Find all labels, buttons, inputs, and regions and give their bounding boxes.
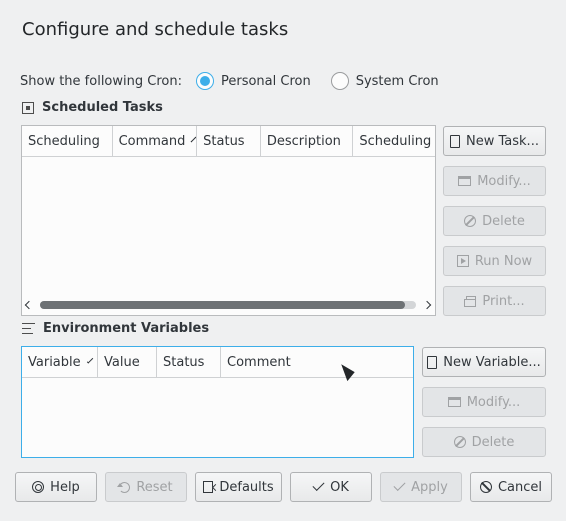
checkmark-icon [393, 478, 406, 492]
folder-edit-icon [447, 397, 461, 407]
document-new-icon [427, 355, 438, 369]
chevron-right-icon [422, 300, 432, 310]
help-lifebuoy-icon [32, 481, 45, 493]
column-comment-label: Comment [227, 354, 291, 370]
undo-icon [117, 481, 131, 493]
environment-variables-table[interactable]: Variable Value Status Comment [21, 346, 414, 458]
personal-cron-radio-indicator[interactable] [195, 72, 214, 90]
modify-task-label: Modify... [477, 173, 531, 189]
column-comment[interactable]: Comment [221, 347, 413, 377]
reset-label: Reset [136, 479, 173, 495]
ok-label: OK [330, 479, 349, 495]
column-scheduling-label: Scheduling [28, 133, 100, 149]
column-value-label: Value [104, 354, 140, 370]
system-cron-label: System Cron [355, 73, 439, 89]
printer-icon [464, 295, 477, 307]
environment-variables-heading-label: Environment Variables [43, 321, 210, 336]
tasks-section-icon [22, 101, 34, 114]
help-label: Help [50, 479, 80, 495]
environment-variables-heading: Environment Variables [22, 321, 209, 336]
cron-selector: Show the following Cron: Personal Cron S… [20, 72, 439, 90]
column-status-label: Status [203, 133, 245, 149]
column-value[interactable]: Value [98, 347, 157, 377]
cancel-icon [479, 481, 492, 493]
defaults-button[interactable]: Defaults [195, 472, 282, 502]
new-task-label: New Task... [466, 133, 539, 149]
column-var-status-label: Status [163, 354, 205, 370]
scheduled-tasks-heading-label: Scheduled Tasks [42, 100, 163, 115]
apply-label: Apply [411, 479, 448, 495]
system-cron-radio[interactable]: System Cron [330, 72, 439, 90]
new-variable-label: New Variable... [443, 354, 541, 370]
modify-variable-button[interactable]: Modify... [422, 387, 546, 417]
sort-chevron-down-icon [191, 136, 197, 142]
scheduled-tasks-heading: Scheduled Tasks [22, 100, 163, 115]
modify-variable-label: Modify... [466, 394, 521, 410]
column-scheduling[interactable]: Scheduling [22, 126, 113, 156]
delete-icon [464, 215, 477, 227]
tasks-table-header: Scheduling Command Status Description Sc… [22, 126, 435, 157]
column-command[interactable]: Command [113, 126, 198, 156]
scheduled-tasks-table[interactable]: Scheduling Command Status Description Sc… [21, 125, 436, 316]
modify-task-button[interactable]: Modify... [443, 166, 546, 196]
document-revert-icon [203, 481, 214, 493]
delete-task-button[interactable]: Delete [443, 206, 546, 236]
help-button[interactable]: Help [15, 472, 97, 502]
personal-cron-radio[interactable]: Personal Cron [195, 72, 311, 90]
column-scheduling-details[interactable]: Scheduling D [353, 126, 435, 156]
cancel-label: Cancel [497, 479, 543, 495]
delete-variable-button[interactable]: Delete [422, 427, 546, 457]
scroll-track[interactable] [40, 301, 416, 309]
run-now-label: Run Now [474, 253, 533, 269]
cancel-button[interactable]: Cancel [470, 472, 552, 502]
column-variable[interactable]: Variable [22, 347, 98, 377]
scroll-thumb[interactable] [40, 301, 405, 309]
delete-task-label: Delete [482, 213, 525, 229]
new-variable-button[interactable]: New Variable... [422, 347, 546, 377]
run-now-button[interactable]: Run Now [443, 246, 546, 276]
document-new-icon [450, 134, 461, 148]
checkmark-icon [312, 478, 325, 492]
tasks-horizontal-scrollbar[interactable] [22, 297, 434, 313]
reset-button[interactable]: Reset [105, 472, 187, 502]
text-lines-icon [22, 323, 35, 334]
new-task-button[interactable]: New Task... [443, 126, 546, 156]
system-cron-radio-indicator[interactable] [330, 72, 349, 90]
scroll-right-button[interactable] [420, 298, 434, 312]
run-icon [456, 255, 469, 267]
column-var-status[interactable]: Status [157, 347, 221, 377]
scroll-left-button[interactable] [22, 298, 36, 312]
delete-variable-label: Delete [471, 434, 515, 450]
column-command-label: Command [118, 133, 186, 149]
print-label: Print... [482, 293, 525, 309]
sort-chevron-down-icon [86, 356, 94, 364]
personal-cron-label: Personal Cron [220, 73, 311, 89]
dialog-title: Configure and schedule tasks [22, 19, 289, 40]
print-button[interactable]: Print... [443, 286, 546, 316]
folder-edit-icon [458, 176, 472, 186]
column-scheduling-details-label: Scheduling D [359, 133, 435, 149]
ok-button[interactable]: OK [290, 472, 372, 502]
chevron-left-icon [24, 300, 34, 310]
defaults-label: Defaults [219, 479, 274, 495]
delete-icon [453, 436, 466, 448]
column-variable-label: Variable [28, 354, 81, 370]
column-description[interactable]: Description [261, 126, 354, 156]
apply-button[interactable]: Apply [380, 472, 462, 502]
cron-selector-label: Show the following Cron: [20, 73, 182, 89]
column-description-label: Description [266, 133, 341, 149]
column-status[interactable]: Status [197, 126, 261, 156]
